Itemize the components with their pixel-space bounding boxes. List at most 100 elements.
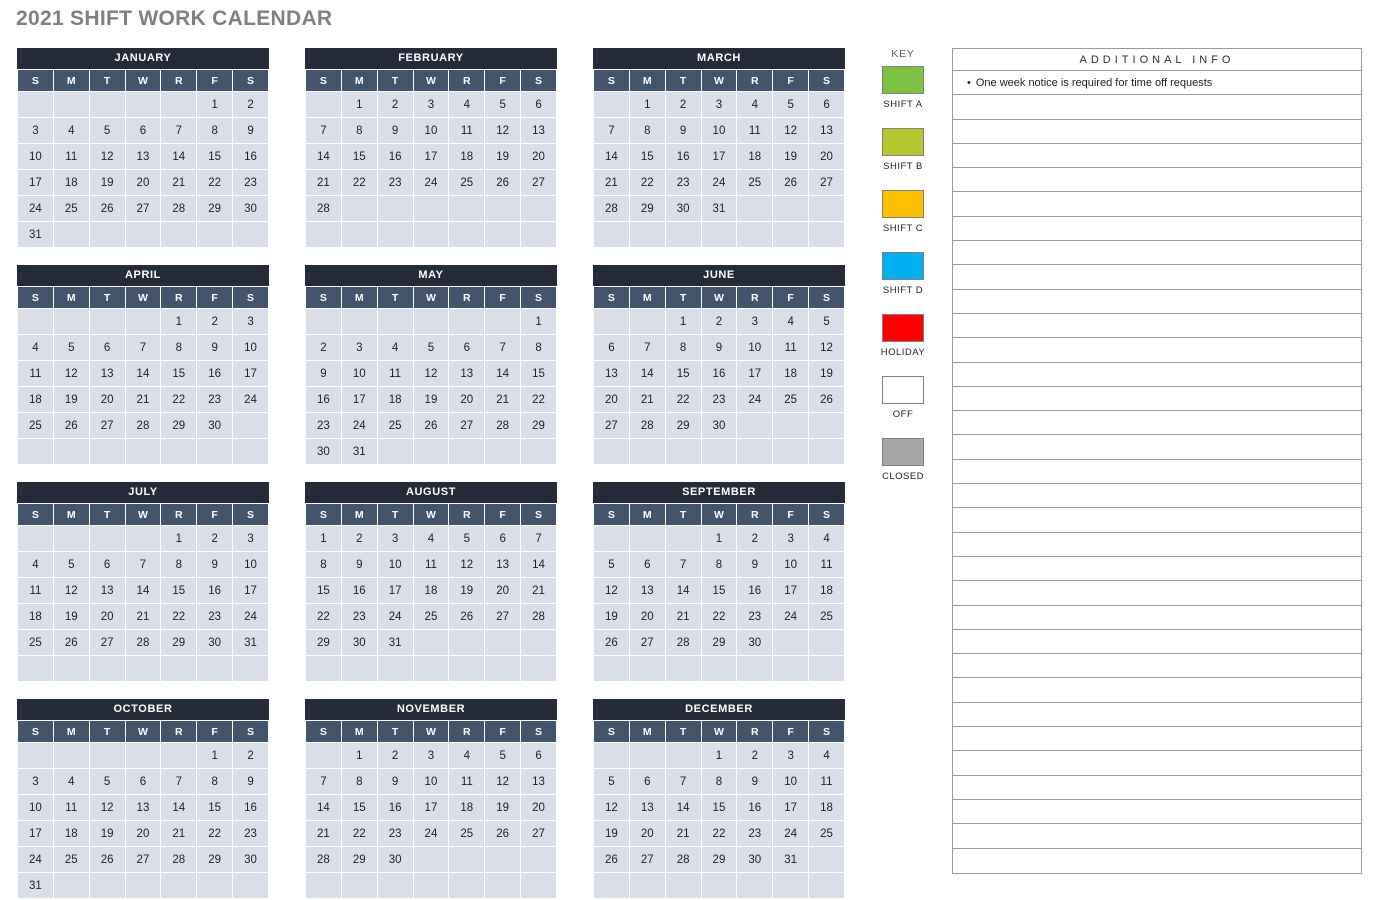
day-cell[interactable] [376,655,414,682]
day-cell[interactable]: 26 [52,629,90,656]
day-cell[interactable]: 2 [232,742,269,769]
day-cell[interactable]: 11 [736,117,774,144]
day-cell[interactable]: 13 [520,117,557,144]
day-cell[interactable]: 18 [772,360,810,387]
day-cell[interactable]: 13 [593,360,630,387]
day-cell[interactable] [88,308,126,335]
day-cell[interactable]: 9 [340,551,378,578]
day-cell[interactable] [484,629,522,656]
day-cell[interactable]: 23 [376,169,414,196]
day-cell[interactable] [124,872,162,899]
additional-info-row[interactable] [953,654,1361,679]
day-cell[interactable]: 26 [772,169,810,196]
day-cell[interactable] [664,221,702,248]
day-cell[interactable]: 17 [17,169,54,196]
day-cell[interactable]: 17 [412,143,450,170]
day-cell[interactable] [232,438,269,465]
day-cell[interactable]: 11 [808,768,845,795]
day-cell[interactable] [628,308,666,335]
day-cell[interactable]: 8 [160,551,198,578]
day-cell[interactable] [52,655,90,682]
day-cell[interactable]: 2 [196,308,234,335]
day-cell[interactable]: 4 [376,334,414,361]
day-cell[interactable]: 2 [232,91,269,118]
day-cell[interactable]: 15 [160,360,198,387]
day-cell[interactable]: 9 [700,334,738,361]
day-cell[interactable]: 16 [196,360,234,387]
day-cell[interactable] [484,872,522,899]
day-cell[interactable] [17,438,54,465]
day-cell[interactable]: 13 [88,360,126,387]
day-cell[interactable]: 8 [305,551,342,578]
day-cell[interactable]: 15 [700,794,738,821]
day-cell[interactable]: 23 [232,820,269,847]
day-cell[interactable] [160,655,198,682]
day-cell[interactable]: 28 [305,195,342,222]
day-cell[interactable]: 27 [520,169,557,196]
day-cell[interactable]: 12 [52,360,90,387]
day-cell[interactable] [52,872,90,899]
day-cell[interactable]: 26 [448,603,486,630]
day-cell[interactable]: 19 [52,386,90,413]
day-cell[interactable]: 29 [520,412,557,439]
day-cell[interactable]: 25 [17,629,54,656]
day-cell[interactable] [700,655,738,682]
day-cell[interactable] [196,221,234,248]
additional-info-row[interactable] [953,703,1361,728]
day-cell[interactable]: 20 [520,794,557,821]
day-cell[interactable]: 23 [196,603,234,630]
day-cell[interactable]: 3 [736,308,774,335]
day-cell[interactable]: 6 [484,525,522,552]
day-cell[interactable]: 28 [628,412,666,439]
day-cell[interactable]: 2 [736,742,774,769]
day-cell[interactable]: 17 [340,386,378,413]
day-cell[interactable]: 31 [232,629,269,656]
day-cell[interactable]: 5 [484,91,522,118]
day-cell[interactable]: 9 [376,117,414,144]
day-cell[interactable]: 29 [160,412,198,439]
day-cell[interactable]: 8 [160,334,198,361]
day-cell[interactable]: 20 [88,603,126,630]
day-cell[interactable] [376,872,414,899]
day-cell[interactable] [628,525,666,552]
day-cell[interactable]: 8 [700,551,738,578]
day-cell[interactable]: 7 [520,525,557,552]
day-cell[interactable]: 14 [593,143,630,170]
day-cell[interactable]: 23 [376,820,414,847]
day-cell[interactable]: 24 [772,820,810,847]
additional-info-row[interactable] [953,265,1361,290]
day-cell[interactable]: 30 [700,412,738,439]
day-cell[interactable]: 7 [124,551,162,578]
day-cell[interactable]: 24 [340,412,378,439]
day-cell[interactable]: 12 [593,794,630,821]
day-cell[interactable]: 31 [772,846,810,873]
day-cell[interactable] [448,629,486,656]
day-cell[interactable]: 24 [736,386,774,413]
day-cell[interactable]: 3 [17,117,54,144]
day-cell[interactable] [88,655,126,682]
day-cell[interactable]: 21 [664,820,702,847]
day-cell[interactable]: 22 [160,603,198,630]
day-cell[interactable]: 15 [305,577,342,604]
day-cell[interactable]: 31 [17,872,54,899]
day-cell[interactable]: 22 [340,820,378,847]
day-cell[interactable] [232,221,269,248]
day-cell[interactable]: 25 [17,412,54,439]
day-cell[interactable]: 21 [628,386,666,413]
day-cell[interactable]: 25 [412,603,450,630]
day-cell[interactable] [412,438,450,465]
day-cell[interactable]: 20 [628,820,666,847]
day-cell[interactable] [17,525,54,552]
day-cell[interactable] [52,91,90,118]
day-cell[interactable]: 21 [124,603,162,630]
day-cell[interactable]: 26 [88,195,126,222]
day-cell[interactable] [340,221,378,248]
additional-info-row[interactable] [953,557,1361,582]
day-cell[interactable]: 11 [448,768,486,795]
day-cell[interactable]: 1 [196,91,234,118]
day-cell[interactable]: 23 [196,386,234,413]
day-cell[interactable]: 16 [196,577,234,604]
additional-info-row[interactable] [953,168,1361,193]
day-cell[interactable]: 6 [808,91,845,118]
day-cell[interactable] [17,91,54,118]
